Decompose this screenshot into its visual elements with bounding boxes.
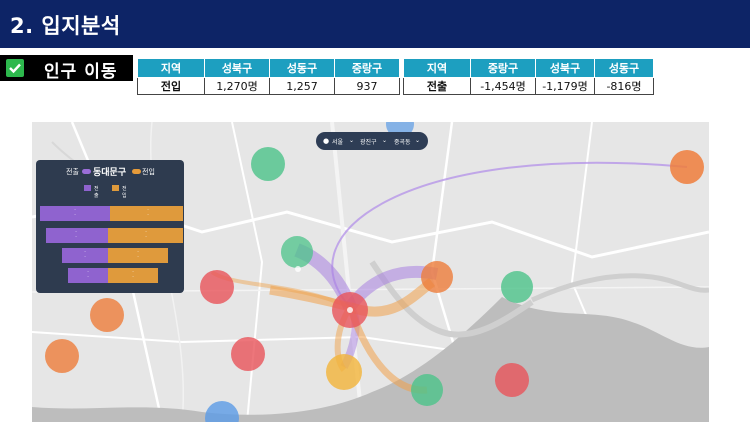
table-header-cell: 지역 (137, 58, 205, 78)
panel-in-label: 전입 (142, 168, 155, 176)
section-badge: 인구 이동 (0, 55, 133, 82)
table-row: 전출 -1,454명 -1,179명 -816명 (403, 77, 654, 95)
district-bubble[interactable] (670, 150, 704, 184)
district-bubble[interactable] (251, 147, 285, 181)
table-cell: -1,454명 (470, 77, 536, 95)
panel-header: 전출 동대문구 전입 (36, 166, 184, 178)
district-bubble[interactable] (421, 261, 453, 293)
table-header-cell: 성북구 (535, 58, 595, 78)
location-pin-icon: ● (323, 137, 330, 145)
table-header-cell: 중랑구 (470, 58, 536, 78)
migration-bar: · · · · (68, 268, 176, 283)
table-header-cell: 중랑구 (334, 58, 400, 78)
chevron-down-icon: ⌄ (415, 137, 421, 144)
district-bubble[interactable] (411, 374, 443, 406)
district-bubble[interactable] (326, 354, 362, 390)
table-header-cell: 지역 (403, 58, 471, 78)
table-row: 전입 1,270명 1,257 937 (137, 77, 400, 95)
table-cell: 1,257 (269, 77, 335, 95)
district-bubble[interactable] (281, 236, 313, 268)
migration-bar: · · · · (62, 248, 183, 263)
header-bar: 2. 입지분석 (0, 0, 750, 48)
page-title: 2. 입지분석 (10, 14, 121, 38)
legend-swatch (84, 185, 91, 191)
map-location-control[interactable]: ● 서울 ⌄ 광진구 ⌄ 중곡동 ⌄ (316, 132, 428, 150)
population-flow-map[interactable]: ● 서울 ⌄ 광진구 ⌄ 중곡동 ⌄ 전출 동대문구 전입 전출 전입 · · · · (32, 122, 709, 422)
chevron-down-icon: ⌄ (349, 137, 355, 144)
inflow-table: 지역 성북구 성동구 중랑구 전입 1,270명 1,257 937 (137, 58, 400, 95)
table-header-cell: 성동구 (594, 58, 654, 78)
district-bubble[interactable] (495, 363, 529, 397)
table-cell: 1,270명 (204, 77, 270, 95)
table-cell: -816명 (594, 77, 654, 95)
district-bubble[interactable] (200, 270, 234, 304)
outflow-table: 지역 중랑구 성북구 성동구 전출 -1,454명 -1,179명 -816명 (403, 58, 654, 95)
section-label: 인구 이동 (44, 62, 118, 82)
district-bubble[interactable] (90, 298, 124, 332)
table-header-cell: 성북구 (204, 58, 270, 78)
inflow-swatch (132, 169, 141, 174)
district-bubble[interactable] (231, 337, 265, 371)
panel-out-label: 전출 (66, 168, 79, 176)
chevron-down-icon: ⌄ (382, 137, 388, 144)
outflow-swatch (82, 169, 91, 174)
table-header-cell: 성동구 (269, 58, 335, 78)
control-district[interactable]: 광진구 (360, 137, 377, 146)
row-label: 전출 (403, 77, 471, 95)
check-icon (6, 59, 24, 77)
table-header-row: 지역 성북구 성동구 중랑구 (137, 58, 400, 78)
district-bubble[interactable] (501, 271, 533, 303)
table-cell: -1,179명 (535, 77, 595, 95)
migration-bar: · · · · (40, 206, 183, 221)
control-dong[interactable]: 중곡동 (394, 137, 411, 146)
migration-bar: · · · · (46, 228, 183, 243)
row-label: 전입 (137, 77, 205, 95)
legend-swatch (112, 185, 119, 191)
control-city[interactable]: 서울 (332, 137, 343, 146)
table-cell: 937 (334, 77, 400, 95)
legend-label: 전출 (94, 186, 99, 199)
district-bubble[interactable] (45, 339, 79, 373)
migration-panel: 전출 동대문구 전입 전출 전입 · · · · · · · · · · · · · · · · (36, 160, 184, 293)
legend-label: 전입 (122, 186, 127, 199)
table-header-row: 지역 중랑구 성북구 성동구 (403, 58, 654, 78)
panel-center-district: 동대문구 (93, 168, 127, 178)
